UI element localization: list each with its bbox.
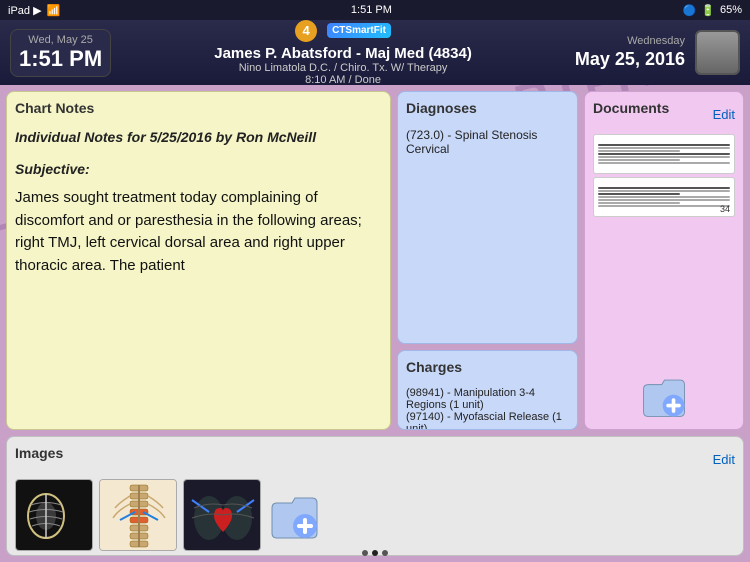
chart-notes-title: Chart Notes: [15, 100, 382, 120]
header-date: Wednesday May 25, 2016: [575, 35, 685, 70]
header: Wed, May 25 1:51 PM 4 CTSmartFit James P…: [0, 20, 750, 85]
page-dot-2: [372, 550, 378, 556]
bluetooth-icon: 🔵: [683, 4, 697, 17]
doc-line: [598, 162, 730, 164]
header-datetime: Wed, May 25 1:51 PM: [10, 29, 111, 77]
wifi-icon: 📶: [47, 4, 61, 17]
provider-name: Nino Limatola D.C. / Chiro. Tx. W/ Thera…: [121, 62, 565, 74]
doc-page-num: 34: [720, 204, 730, 214]
status-right: 🔵 🔋 65%: [683, 4, 742, 17]
doc-line: [598, 199, 730, 201]
header-time: 1:51 PM: [19, 46, 102, 72]
appointment-time: 8:10 AM / Done: [121, 74, 565, 86]
charges-panel: Charges (98941) - Manipulation 3-4 Regio…: [397, 350, 578, 430]
documents-title-row: Documents Edit: [593, 100, 735, 128]
diagnoses-panel: Diagnoses (723.0) - Spinal Stenosis Cerv…: [397, 91, 578, 344]
top-row: Chart Notes Individual Notes for 5/25/20…: [6, 91, 744, 430]
ipad-label: iPad ▶: [8, 4, 42, 17]
spine-image: [100, 480, 177, 551]
document-thumbnail-1[interactable]: [593, 134, 735, 174]
documents-title: Documents: [593, 100, 669, 120]
doc-line: [598, 202, 680, 204]
doc-line: [598, 147, 730, 149]
document-thumbnail-2[interactable]: 34: [593, 177, 735, 217]
header-day: Wed, May 25: [28, 34, 93, 46]
doc-line: [598, 196, 730, 198]
doc-line: [598, 156, 730, 158]
header-right-group: Wednesday May 25, 2016: [575, 30, 740, 75]
battery-icon: 🔋: [701, 4, 715, 17]
documents-panel: Documents Edit: [584, 91, 744, 430]
notes-subjective-label: Subjective:: [15, 160, 382, 180]
documents-grid: 34: [593, 134, 735, 366]
doc-lines-1: [594, 141, 734, 167]
doc-lines-2: 34: [594, 184, 734, 210]
doc-line: [598, 190, 730, 192]
avatar-image: [697, 32, 738, 73]
ct-logo[interactable]: CTSmartFit: [327, 23, 391, 38]
main-content: Chart Notes Individual Notes for 5/25/20…: [0, 85, 750, 562]
add-image-button[interactable]: [267, 488, 322, 543]
doc-line: [598, 150, 680, 152]
notes-individual-header: Individual Notes for 5/25/2016 by Ron Mc…: [15, 128, 382, 148]
charge-item-0: (98941) - Manipulation 3-4 Regions (1 un…: [406, 387, 569, 411]
status-time: 1:51 PM: [351, 4, 392, 16]
date-day-label: Wednesday: [627, 35, 685, 47]
date-month-day: May 25, 2016: [575, 49, 685, 70]
notification-badge[interactable]: 4: [295, 20, 317, 42]
images-panel: Images Edit: [6, 436, 744, 556]
battery-percent: 65%: [720, 4, 742, 16]
doc-line: [598, 193, 680, 195]
doc-line: [598, 187, 730, 189]
image-thumbnail-2[interactable]: [99, 479, 177, 551]
page-dot-1: [362, 550, 368, 556]
charges-content: (98941) - Manipulation 3-4 Regions (1 un…: [406, 387, 569, 430]
images-title: Images: [15, 445, 63, 465]
notes-body-text: James sought treatment today complaining…: [15, 187, 382, 277]
page-dot-3: [382, 550, 388, 556]
doc-line: [598, 144, 730, 146]
patient-name: James P. Abatsford - Maj Med (4834): [121, 45, 565, 62]
header-center: 4 CTSmartFit James P. Abatsford - Maj Me…: [111, 20, 575, 86]
xray-image-1: [16, 480, 93, 551]
page-indicator: [362, 550, 388, 556]
chest-xray-image: [184, 480, 261, 551]
chart-notes-content[interactable]: Individual Notes for 5/25/2016 by Ron Mc…: [15, 128, 382, 421]
avatar: [695, 30, 740, 75]
add-document-button[interactable]: [639, 371, 689, 421]
charges-title: Charges: [406, 359, 569, 379]
diagnoses-title: Diagnoses: [406, 100, 569, 120]
chart-notes-panel: Chart Notes Individual Notes for 5/25/20…: [6, 91, 391, 430]
doc-line: [598, 205, 730, 207]
diagnoses-content: (723.0) - Spinal Stenosis Cervical: [406, 128, 569, 156]
images-edit-button[interactable]: Edit: [713, 452, 735, 467]
add-document-icon: [639, 371, 689, 421]
doc-line: [598, 153, 730, 155]
add-image-icon: [267, 488, 322, 543]
diagnoses-charges-column: Diagnoses (723.0) - Spinal Stenosis Cerv…: [397, 91, 578, 430]
charge-item-1: (97140) - Myofascial Release (1 unit): [406, 411, 569, 430]
doc-line: [598, 159, 680, 161]
image-thumbnail-1[interactable]: [15, 479, 93, 551]
images-row: [15, 479, 735, 551]
status-bar: iPad ▶ 📶 1:51 PM 🔵 🔋 65%: [0, 0, 750, 20]
status-left: iPad ▶ 📶: [8, 4, 60, 17]
documents-edit-button[interactable]: Edit: [713, 107, 735, 122]
images-header: Images Edit: [15, 445, 735, 473]
image-thumbnail-3[interactable]: [183, 479, 261, 551]
diagnosis-item-0: (723.0) - Spinal Stenosis Cervical: [406, 128, 569, 156]
